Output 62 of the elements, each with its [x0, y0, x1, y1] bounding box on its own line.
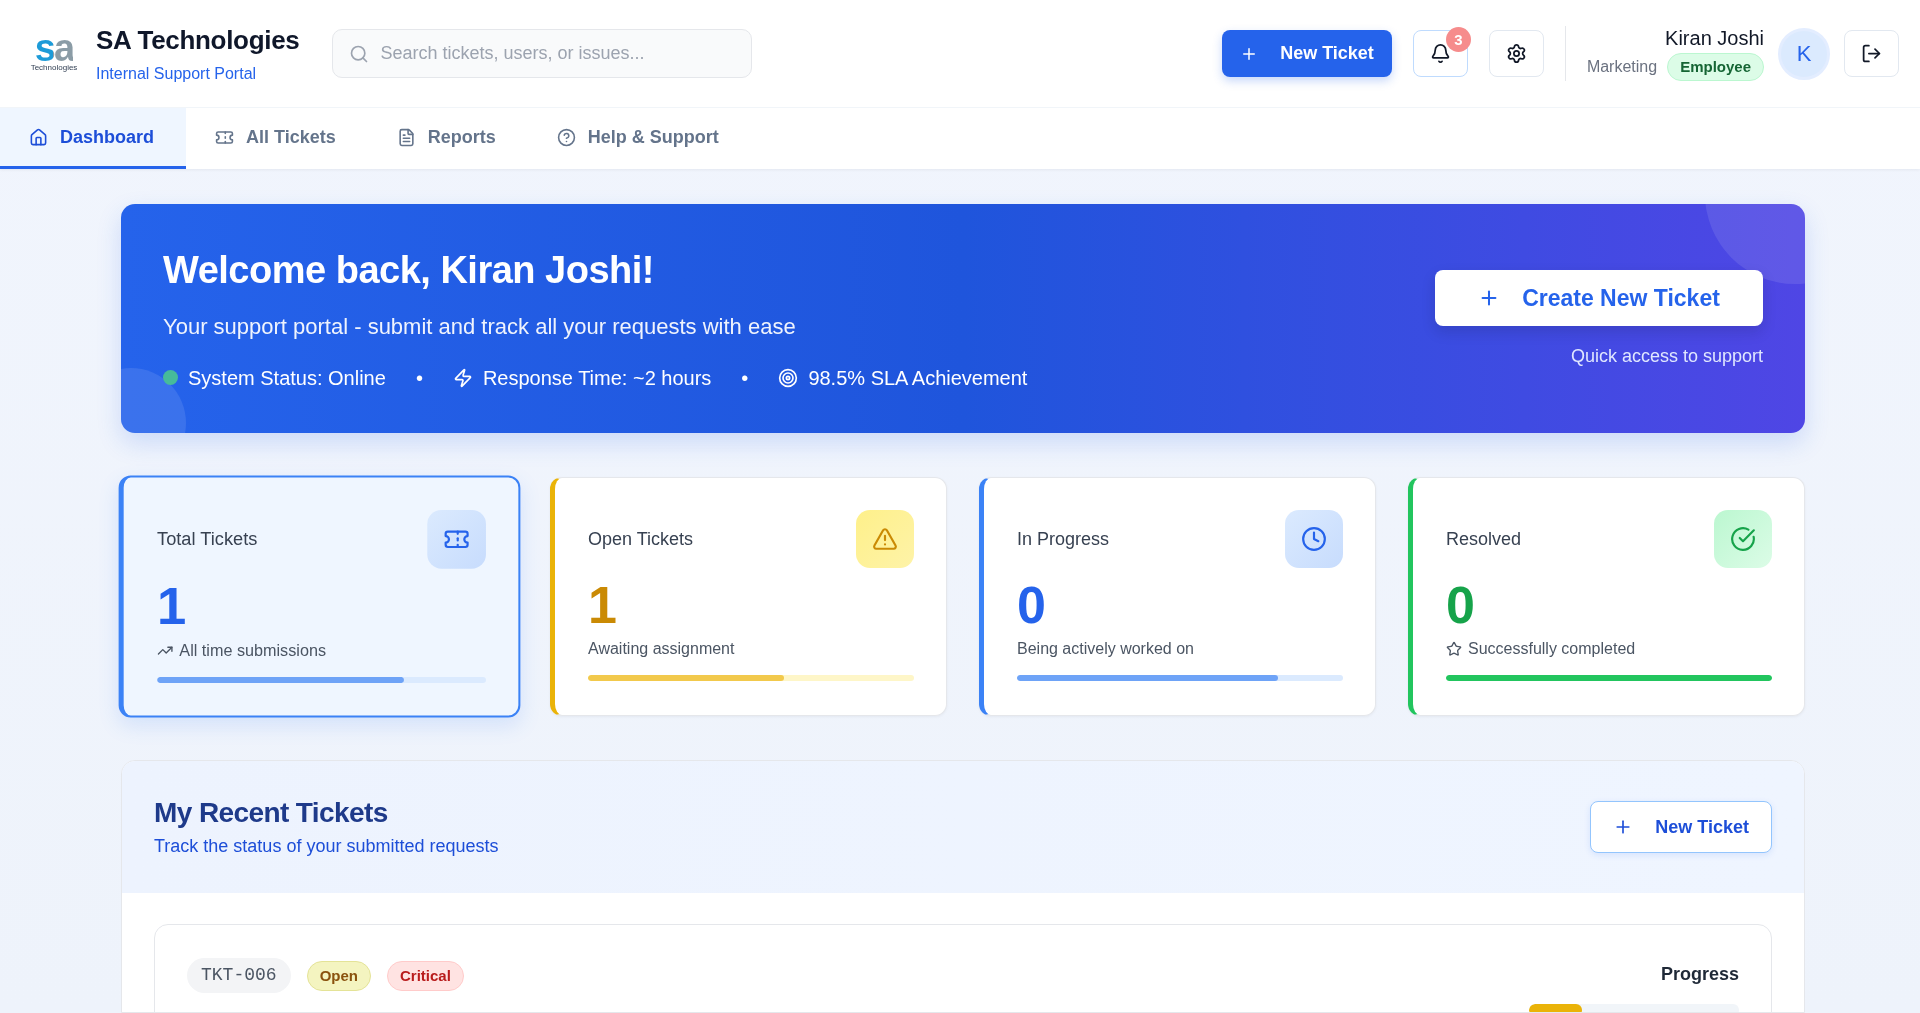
- quick-access-caption: Quick access to support: [1570, 346, 1763, 367]
- help-icon: [556, 127, 576, 147]
- logout-button[interactable]: [1844, 30, 1899, 77]
- stat-description: Being actively worked on: [1017, 639, 1194, 659]
- logout-icon: [1861, 43, 1882, 64]
- panel-subtitle: Track the status of your submitted requests: [154, 835, 499, 857]
- document-icon: [396, 127, 416, 147]
- ticket-id: TKT-006: [187, 958, 291, 993]
- department-label: Marketing: [1586, 58, 1658, 76]
- home-icon: [29, 127, 48, 147]
- new-ticket-button[interactable]: New Ticket: [1590, 801, 1772, 853]
- notification-count: 3: [1445, 27, 1471, 52]
- welcome-title: Welcome back, Kiran Joshi!: [163, 247, 656, 292]
- ticket-tag: Open: [306, 960, 371, 991]
- settings-button[interactable]: [1488, 30, 1544, 77]
- stat-value: 1: [157, 577, 188, 635]
- ticket-icon: [427, 509, 486, 569]
- bell-icon: [1429, 43, 1451, 64]
- role-tag: Employee: [1667, 53, 1764, 81]
- status-text: 98.5% SLA Achievement: [808, 365, 1028, 390]
- star-icon: [1446, 641, 1462, 657]
- new-ticket-button[interactable]: New Ticket: [1222, 30, 1392, 77]
- ticket-tag: Critical: [386, 960, 464, 991]
- panel-title: My Recent Tickets: [154, 797, 389, 829]
- create-ticket-button[interactable]: Create New Ticket: [1435, 270, 1763, 326]
- stat-title: Total Tickets: [157, 528, 258, 550]
- stat-card[interactable]: In Progress 0 Being actively worked on: [979, 477, 1376, 716]
- ticket-card[interactable]: TKT-006 Open Critical Progress: [154, 924, 1772, 1012]
- avatar[interactable]: K: [1778, 27, 1830, 80]
- clock-icon: [1285, 510, 1343, 568]
- warning-icon: [856, 510, 914, 568]
- stat-value: 1: [588, 577, 618, 633]
- brand-title: SA Technologies: [96, 23, 300, 56]
- stat-value: 0: [1446, 577, 1476, 633]
- stat-description: Awaiting assignment: [588, 639, 735, 659]
- stat-title: Resolved: [1446, 528, 1522, 550]
- lightning-icon: [452, 367, 473, 388]
- logo-caption: Technologies: [30, 62, 78, 73]
- welcome-subtitle: Your support portal - submit and track all your requests with ease: [163, 313, 797, 340]
- stat-description: All time submissions: [179, 640, 326, 661]
- status-text: Response Time: ~2 hours: [482, 365, 712, 390]
- progress-label: Progress: [1660, 963, 1739, 985]
- stat-card[interactable]: Open Tickets 1 Awaiting assignment: [550, 477, 947, 716]
- search-field[interactable]: Search tickets, users, or issues...: [331, 29, 752, 78]
- nav-tab[interactable]: Dashboard: [0, 108, 187, 169]
- status-text: System Status: Online: [188, 365, 386, 390]
- nav-tab[interactable]: Reports: [367, 108, 528, 169]
- stat-title: Open Tickets: [588, 528, 694, 550]
- target-icon: [778, 367, 799, 388]
- brand-subtitle: Internal Support Portal: [96, 63, 258, 84]
- nav-tab[interactable]: All Tickets: [186, 108, 368, 169]
- stat-description: Successfully completed: [1468, 639, 1636, 659]
- stat-card[interactable]: Resolved 0 Successfully completed: [1408, 477, 1805, 716]
- settings-icon: [1505, 43, 1527, 64]
- separator-dot: •: [415, 365, 423, 390]
- user-name: Kiran Joshi: [1665, 26, 1764, 50]
- nav-tab[interactable]: Help & Support: [527, 108, 751, 169]
- stat-title: In Progress: [1017, 528, 1110, 550]
- stat-card[interactable]: Total Tickets 1 All time submissions: [118, 475, 521, 718]
- separator-dot: •: [741, 365, 749, 390]
- stat-value: 0: [1017, 577, 1047, 633]
- search-icon: [348, 44, 369, 64]
